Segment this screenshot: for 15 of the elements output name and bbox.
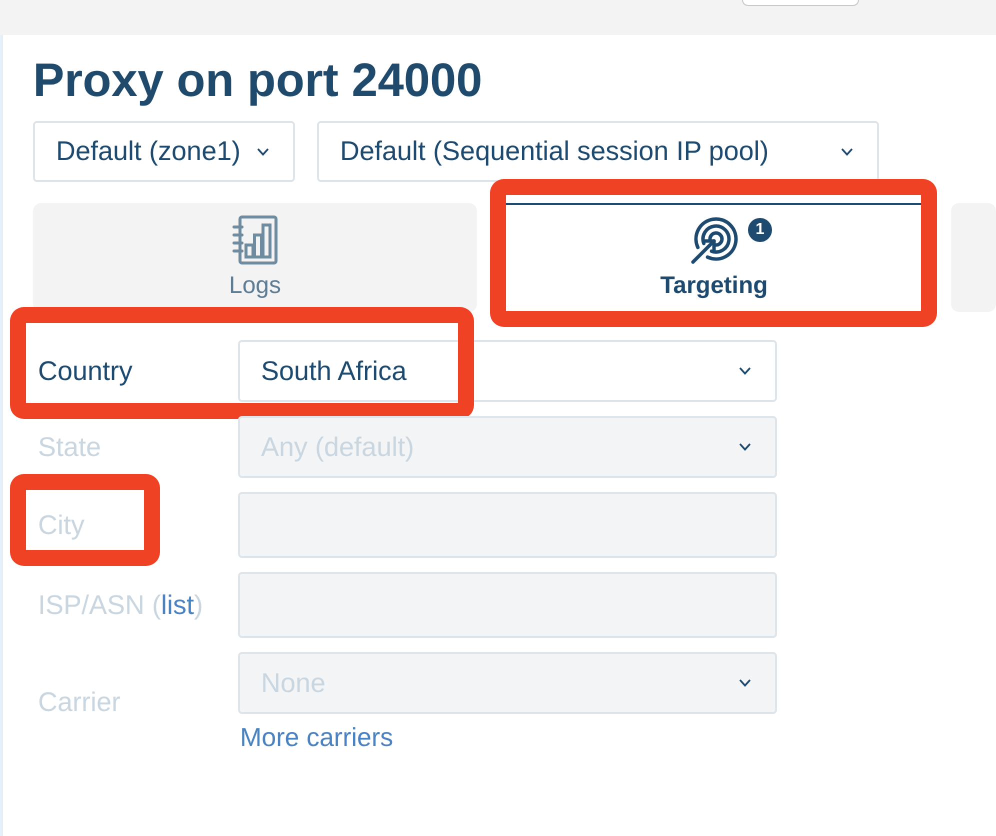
count-badge: 1 <box>748 218 772 242</box>
chevron-down-icon <box>739 679 751 687</box>
notebook-chart-icon <box>232 215 278 265</box>
field-label: Country <box>37 356 134 386</box>
dropdown[interactable]: Default (zone1) <box>33 121 295 182</box>
chevron-down-icon <box>739 443 751 451</box>
tab[interactable]: Logs <box>33 203 477 312</box>
toolbar-button[interactable] <box>742 0 859 6</box>
chevron-down-icon <box>841 148 853 156</box>
dropdown[interactable]: Default (Sequential session IP pool) <box>317 121 879 182</box>
page-title: Proxy on port 24000 <box>33 53 482 107</box>
target-arrow-icon <box>688 217 740 265</box>
dropdown[interactable]: South Africa <box>238 340 777 402</box>
chevron-down-icon <box>257 148 269 156</box>
chevron-down-icon <box>739 367 751 375</box>
